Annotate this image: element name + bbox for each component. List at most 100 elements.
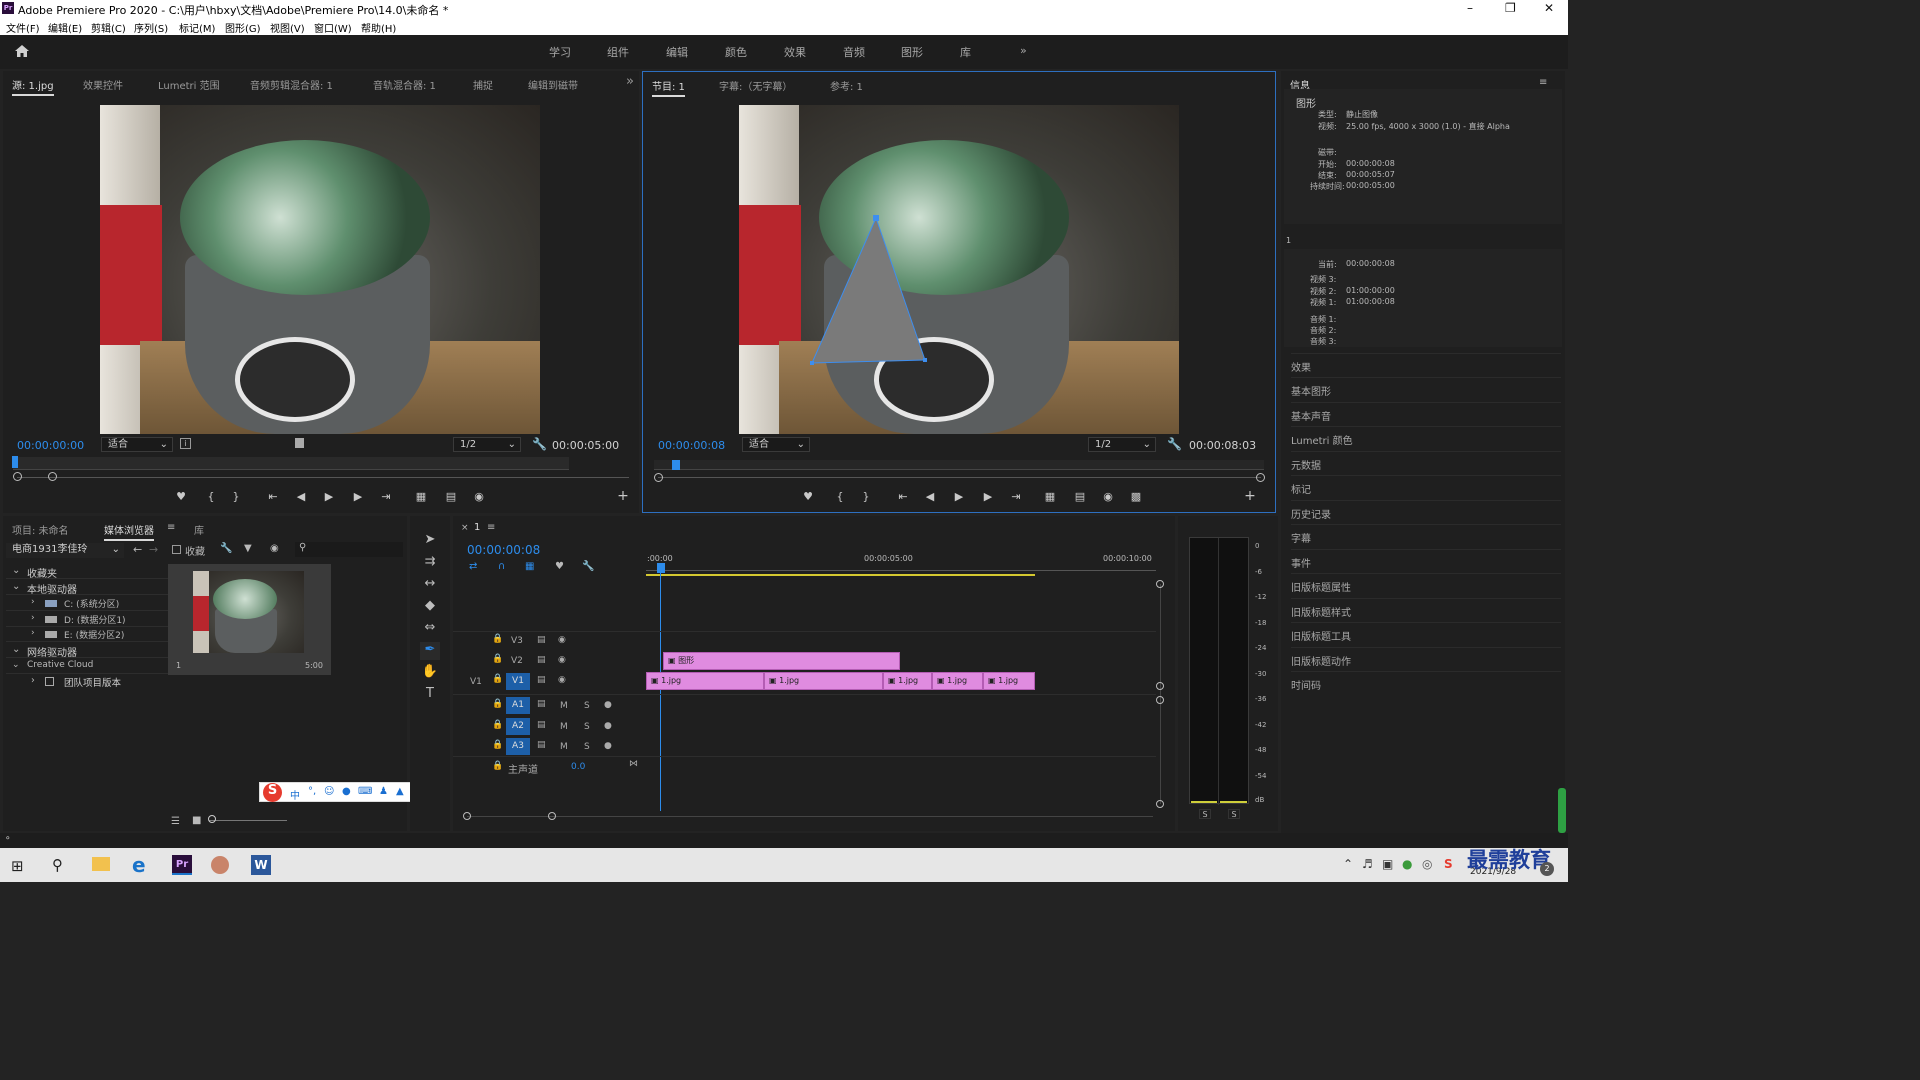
program-fit-dropdown[interactable]: 适合 ⌄ — [742, 437, 810, 452]
notification-icon[interactable]: 2 — [1540, 862, 1554, 876]
linked-selection-icon[interactable]: ▦ — [525, 561, 534, 572]
lock-icon[interactable]: 🔒 — [492, 761, 503, 771]
forward-arrow-icon[interactable]: → — [149, 543, 158, 556]
solo-left-button[interactable]: S — [1199, 809, 1211, 819]
tab-edit-to-tape[interactable]: 编辑到磁带 — [528, 77, 578, 92]
timeline-playhead-handle[interactable] — [657, 563, 665, 573]
edge-browser-icon[interactable]: e — [132, 853, 146, 877]
track-a1-label[interactable]: A1 — [506, 697, 530, 714]
mute-a3-button[interactable]: M — [560, 742, 568, 752]
v1-clip-3[interactable]: ▣ 1.jpg — [883, 672, 932, 690]
mark-in-icon[interactable]: { — [203, 490, 219, 503]
tree-local-drives[interactable]: ⌄ 本地驱动器 — [6, 581, 168, 596]
source-resolution-dropdown[interactable]: 1/2 ⌄ — [453, 437, 521, 452]
source-fit-dropdown[interactable]: 适合 ⌄ — [101, 437, 173, 452]
workspace-learn[interactable]: 学习 — [549, 44, 571, 60]
ime-toolbar[interactable]: S 中 °, ☺ ● ⌨ ♟ ▲ ▦ — [259, 782, 429, 802]
timeline-vertical-scrollbar[interactable] — [1160, 584, 1161, 804]
minimize-icon[interactable]: – — [1467, 1, 1473, 15]
track-v3-label[interactable]: V3 — [511, 636, 523, 646]
tab-capture[interactable]: 捕捉 — [473, 77, 493, 92]
program-zoom-bar[interactable] — [658, 477, 1261, 478]
word-taskbar-icon[interactable]: W — [251, 855, 271, 875]
slip-tool-icon[interactable]: ⇔ — [420, 620, 440, 638]
wrench-icon[interactable]: 🔧 — [220, 543, 232, 554]
ime-skin-icon[interactable]: ▲ — [396, 786, 404, 797]
menu-clip[interactable]: 剪辑(C) — [91, 20, 126, 35]
mic-icon[interactable]: ● — [604, 741, 612, 751]
scroll-handle[interactable] — [1156, 580, 1164, 588]
add-marker-icon[interactable]: ♥ — [555, 561, 564, 572]
zoom-handle-left[interactable] — [463, 812, 471, 820]
selection-tool-icon[interactable]: ➤ — [420, 532, 440, 550]
eye-icon[interactable]: ◉ — [558, 675, 566, 685]
work-area-bar[interactable] — [646, 574, 1035, 576]
master-expand-icon[interactable]: ⋈ — [629, 759, 638, 769]
list-view-icon[interactable]: ☰ — [171, 816, 180, 827]
filter-icon[interactable]: ▼ — [244, 543, 252, 554]
lock-icon[interactable]: 🔒 — [492, 654, 503, 664]
search-icon[interactable]: ⚲ — [52, 856, 63, 874]
go-to-out-icon[interactable]: ⇥ — [378, 490, 394, 503]
workspace-editing[interactable]: 编辑 — [666, 44, 688, 60]
zoom-handle-right[interactable] — [548, 812, 556, 820]
solo-a2-button[interactable]: S — [584, 722, 590, 732]
mic-icon[interactable]: ● — [604, 721, 612, 731]
mark-out-icon[interactable]: } — [858, 490, 874, 503]
insert-icon[interactable]: ▦ — [413, 490, 429, 503]
menu-marker[interactable]: 标记(M) — [179, 20, 215, 35]
scroll-handle[interactable] — [1156, 682, 1164, 690]
clip-icon[interactable] — [295, 438, 304, 448]
media-thumbnail-tile[interactable]: 1 5:00 — [168, 564, 331, 675]
ime-voice-icon[interactable]: ● — [342, 786, 351, 797]
panel-lumetri-color[interactable]: Lumetri 颜色 — [1291, 426, 1561, 450]
track-a2-label[interactable]: A2 — [506, 718, 530, 735]
panel-captions[interactable]: 字幕 — [1291, 524, 1561, 548]
more-tabs-icon[interactable]: » — [626, 74, 634, 89]
source-time-ruler[interactable] — [13, 457, 569, 470]
menu-help[interactable]: 帮助(H) — [361, 20, 396, 35]
eye-icon[interactable]: ◉ — [558, 635, 566, 645]
ripple-edit-tool-icon[interactable]: ↔ — [420, 576, 440, 594]
panel-metadata[interactable]: 元数据 — [1291, 451, 1561, 475]
go-to-in-icon[interactable]: ⇤ — [895, 490, 911, 503]
mute-a1-button[interactable]: M — [560, 701, 568, 711]
tree-drive-e[interactable]: › E: (数据分区2) — [6, 628, 168, 642]
zoom-handle-right[interactable] — [48, 472, 57, 481]
menu-view[interactable]: 视图(V) — [270, 20, 305, 35]
triangle-graphic[interactable] — [739, 105, 1179, 434]
home-icon[interactable] — [14, 44, 30, 58]
pen-tool-icon[interactable]: ✒ — [420, 642, 440, 660]
maximize-icon[interactable]: ❐ — [1505, 1, 1516, 15]
snap-icon[interactable]: ∩ — [498, 561, 505, 572]
tree-drive-c[interactable]: › C: (系统分区) — [6, 597, 168, 611]
mic-icon[interactable]: ● — [604, 700, 612, 710]
windows-start-icon[interactable]: ⊞ — [11, 857, 24, 875]
step-back-icon[interactable]: ◀ — [922, 490, 938, 503]
track-v1-label[interactable]: V1 — [506, 673, 530, 690]
timeline-ruler[interactable] — [646, 563, 1156, 571]
menu-window[interactable]: 窗口(W) — [314, 20, 352, 35]
tab-source[interactable]: 源: 1.jpg — [12, 77, 54, 96]
step-forward-icon[interactable]: ▶ — [350, 490, 366, 503]
solo-a1-button[interactable]: S — [584, 701, 590, 711]
ime-punctuation-icon[interactable]: °, — [308, 786, 316, 797]
go-to-in-icon[interactable]: ⇤ — [265, 490, 281, 503]
more-workspaces-icon[interactable]: » — [1020, 44, 1027, 57]
sync-lock-icon[interactable]: ▤ — [537, 635, 546, 645]
panel-essential-sound[interactable]: 基本声音 — [1291, 402, 1561, 426]
speaker-icon[interactable]: ♬ — [1362, 857, 1373, 871]
panel-menu-icon[interactable]: ≡ — [167, 522, 175, 533]
zoom-handle-left[interactable] — [654, 473, 663, 482]
add-marker-icon[interactable]: ♥ — [173, 490, 189, 503]
app-taskbar-icon[interactable] — [211, 856, 229, 874]
tab-program[interactable]: 节目: 1 — [652, 78, 685, 97]
graphic-clip[interactable]: ▣ 图形 — [663, 652, 900, 670]
mark-in-icon[interactable]: { — [832, 490, 848, 503]
tab-audio-track-mixer[interactable]: 音轨混合器: 1 — [373, 77, 436, 92]
source-playhead[interactable] — [12, 456, 18, 468]
panel-menu-icon[interactable]: ≡ — [1539, 77, 1547, 88]
camera-icon[interactable]: ◉ — [471, 490, 487, 503]
lock-icon[interactable]: 🔒 — [492, 740, 503, 750]
source-patch-v1[interactable]: V1 — [470, 677, 482, 687]
